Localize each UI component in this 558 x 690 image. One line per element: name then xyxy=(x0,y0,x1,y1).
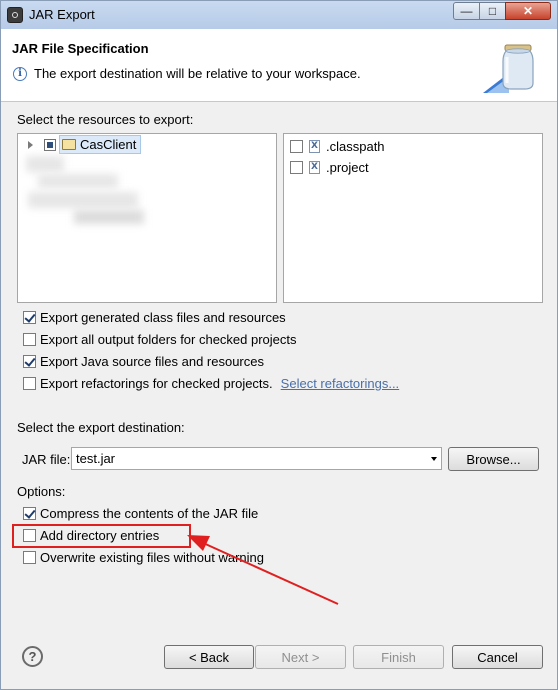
next-label: Next > xyxy=(281,649,320,665)
finish-label: Finish xyxy=(381,649,416,665)
cancel-label: Cancel xyxy=(477,649,518,665)
jar-export-dialog: JAR Export — □ ✕ JAR File Specification … xyxy=(0,0,558,690)
back-button[interactable]: < Back xyxy=(164,645,254,669)
cancel-button[interactable]: Cancel xyxy=(452,645,543,669)
annotation-arrow-icon xyxy=(187,535,339,605)
next-button[interactable]: Next > xyxy=(255,645,346,669)
finish-button[interactable]: Finish xyxy=(353,645,444,669)
help-icon[interactable]: ? xyxy=(22,646,43,667)
back-label: < Back xyxy=(188,649,230,665)
